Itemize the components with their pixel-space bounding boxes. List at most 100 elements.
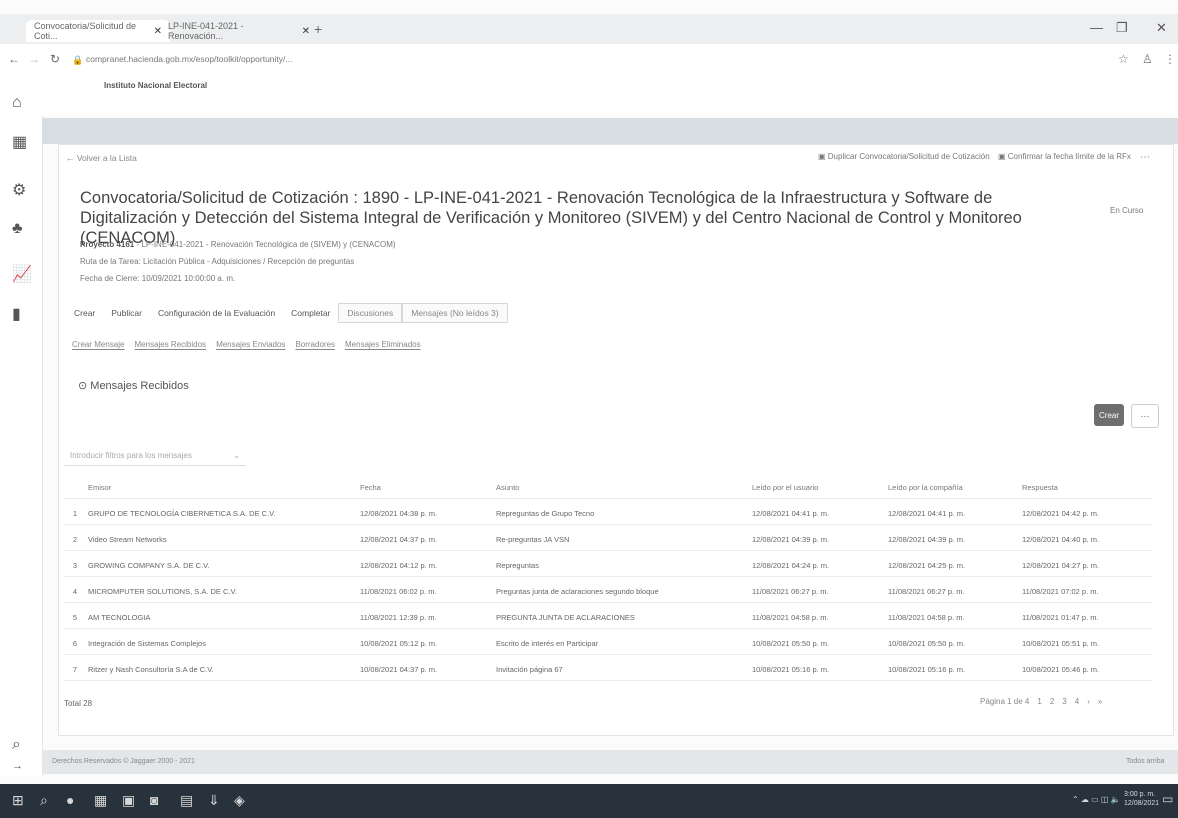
reload-icon[interactable]: ↻ <box>50 52 60 66</box>
close-icon[interactable]: ✕ <box>302 26 310 37</box>
cell-asunto[interactable]: Invitación página 67 <box>496 665 563 674</box>
windows-start-icon[interactable]: ⊞ <box>12 792 24 809</box>
last-page-icon[interactable]: » <box>1098 697 1102 706</box>
table-row[interactable]: 3 GROWING COMPANY S.A. DE C.V. 12/08/2021 … <box>64 554 1152 577</box>
more-actions-button[interactable]: ⋯ <box>1140 152 1150 163</box>
cell-asunto[interactable]: Escrito de interés en Participar <box>496 639 598 648</box>
next-page-icon[interactable]: › <box>1087 697 1090 706</box>
tab-publicar[interactable]: Publicar <box>103 308 150 318</box>
page-3[interactable]: 3 <box>1062 697 1066 706</box>
restore-button[interactable]: ❐ <box>1116 20 1128 36</box>
project-meta: Proyecto 4161 - LP-INE-041-2021 - Renova… <box>80 240 396 249</box>
back-arrow-icon[interactable]: ← <box>8 52 20 66</box>
browser-taskbar-icon[interactable]: ● <box>66 792 74 808</box>
cell-fecha: 10/08/2021 04:37 p. m. <box>360 664 438 674</box>
analytics-icon[interactable]: 📈 <box>12 264 32 284</box>
search-icon[interactable]: ⌕ <box>12 736 21 754</box>
table-row[interactable]: 2 Video Stream Networks 12/08/2021 04:37 p… <box>64 528 1152 551</box>
cell-emisor: AM TECNOLOGIA <box>88 612 151 622</box>
app-taskbar-icon[interactable]: ▦ <box>94 792 107 809</box>
header-fecha[interactable]: Fecha <box>360 483 381 492</box>
word-taskbar-icon[interactable]: ▤ <box>180 792 193 809</box>
browser-tab-2[interactable]: LP-INE-041-2021 - Renovación... ✕ <box>160 20 318 42</box>
menu-icon[interactable]: ⋮ <box>1164 52 1176 66</box>
taskbar-search-icon[interactable]: ⌕ <box>40 792 48 809</box>
table-row[interactable]: 4 MICROMPUTER SOLUTIONS, S.A. DE C.V. 11/0… <box>64 580 1152 603</box>
minimize-button[interactable]: — <box>1090 20 1103 35</box>
close-date: Fecha de Cierre: 10/09/2021 10:00:00 a. … <box>80 274 236 283</box>
profile-icon[interactable]: ♙ <box>1142 52 1153 66</box>
cell-leido-usuario: 12/08/2021 04:24 p. m. <box>752 560 830 570</box>
download-taskbar-icon[interactable]: ⇓ <box>208 792 220 809</box>
page-1[interactable]: 1 <box>1037 697 1041 706</box>
tab-mensajes[interactable]: Mensajes (No leídos 3) <box>402 303 508 323</box>
page-2[interactable]: 2 <box>1050 697 1054 706</box>
suppliers-icon[interactable]: ♣ <box>12 220 23 238</box>
notifications-icon[interactable]: ▭ <box>1162 792 1173 806</box>
home-icon[interactable]: ⌂ <box>12 94 22 112</box>
row-number: 6 <box>72 638 78 648</box>
header-leido-compania[interactable]: Leído por la compañía <box>888 483 963 492</box>
window-close-button[interactable]: ✕ <box>1156 20 1167 36</box>
folder-taskbar-icon[interactable]: ▣ <box>122 792 135 809</box>
lock-icon: 🔒 <box>72 55 84 65</box>
cell-fecha: 12/08/2021 04:12 p. m. <box>360 560 438 570</box>
cell-asunto[interactable]: Repreguntas <box>496 561 539 570</box>
footer-top-link[interactable]: Todos arriba <box>1126 758 1165 765</box>
cell-respuesta: 12/08/2021 04:40 p. m. <box>1022 534 1100 544</box>
table-row[interactable]: 6 Integración de Sistemas Complejos 10/08/… <box>64 632 1152 655</box>
subtab-mensajes-eliminados[interactable]: Mensajes Eliminados <box>345 340 421 349</box>
subtab-mensajes-recibidos[interactable]: Mensajes Recibidos <box>134 340 206 349</box>
tab-configuracion-evaluacion[interactable]: Configuración de la Evaluación <box>150 308 283 318</box>
documents-icon[interactable]: ▮ <box>12 304 21 324</box>
cell-asunto[interactable]: Re-preguntas JA VSN <box>496 535 569 544</box>
table-row[interactable]: 7 Ritzer y Nash Consultoría S.A de C.V. 10… <box>64 658 1152 681</box>
star-icon[interactable]: ☆ <box>1118 52 1129 66</box>
duplicate-button[interactable]: ▣ Duplicar Convocatoria/Solicitud de Cot… <box>818 152 990 161</box>
institution-name: Instituto Nacional Electoral <box>104 81 208 90</box>
message-filter-select[interactable]: Introducir filtros para los mensajes ⌄ <box>64 446 246 466</box>
pdf-taskbar-icon[interactable]: ◙ <box>150 792 158 808</box>
subtab-crear-mensaje[interactable]: Crear Mensaje <box>72 340 124 349</box>
url-field[interactable]: compranet.hacienda.gob.mx/esop/toolkit/o… <box>86 54 292 64</box>
header-leido-usuario[interactable]: Leído por el usuario <box>752 483 818 492</box>
table-row[interactable]: 5 AM TECNOLOGIA 11/08/2021 12:39 p. m. PREG… <box>64 606 1152 629</box>
cell-fecha: 10/08/2021 05:12 p. m. <box>360 638 438 648</box>
footer-bar <box>42 750 1178 774</box>
tab-completar[interactable]: Completar <box>283 308 338 318</box>
cell-emisor: Ritzer y Nash Consultoría S.A de C.V. <box>88 664 214 674</box>
dashboard-icon[interactable]: ▦ <box>12 132 27 152</box>
sourcing-icon[interactable]: ⚙ <box>12 180 26 200</box>
cell-asunto[interactable]: Preguntas junta de aclaraciones segundo … <box>496 587 659 596</box>
more-options-button[interactable]: ⋯ <box>1131 404 1159 428</box>
new-tab-button[interactable]: + <box>314 21 322 37</box>
create-message-button[interactable]: Crear <box>1094 404 1124 426</box>
pager-text: Página 1 de 4 <box>980 697 1030 706</box>
tab-discusiones[interactable]: Discusiones <box>338 303 403 323</box>
cell-respuesta: 12/08/2021 04:42 p. m. <box>1022 508 1100 518</box>
forward-arrow-icon[interactable]: → <box>28 52 40 66</box>
cell-emisor: Integración de Sistemas Complejos <box>88 638 206 648</box>
cell-asunto[interactable]: Repreguntas de Grupo Tecno <box>496 509 594 518</box>
tab-crear[interactable]: Crear <box>66 308 103 318</box>
cell-leido-usuario: 12/08/2021 04:39 p. m. <box>752 534 830 544</box>
cell-respuesta: 10/08/2021 05:46 p. m. <box>1022 664 1100 674</box>
taskbar <box>0 784 1178 818</box>
browser-tab-1[interactable]: Convocatoria/Solicitud de Coti... ✕ <box>26 20 170 42</box>
table-row[interactable]: 1 GRUPO DE TECNOLOGÍA CIBERNETICA S.A. DE… <box>64 502 1152 525</box>
table-header: Emisor Fecha Asunto Leído por el usuario… <box>64 476 1152 499</box>
network-taskbar-icon[interactable]: ◈ <box>234 792 245 809</box>
cell-emisor: MICROMPUTER SOLUTIONS, S.A. DE C.V. <box>88 586 237 596</box>
header-emisor[interactable]: Emisor <box>88 483 111 492</box>
cell-asunto[interactable]: PREGUNTA JUNTA DE ACLARACIONES <box>496 613 635 622</box>
header-respuesta[interactable]: Respuesta <box>1022 483 1058 492</box>
expand-icon[interactable]: → <box>12 760 23 772</box>
page-4[interactable]: 4 <box>1075 697 1079 706</box>
clock[interactable]: 3:00 p. m. 12/08/2021 <box>1124 790 1159 808</box>
header-asunto[interactable]: Asunto <box>496 483 519 492</box>
system-tray-icons[interactable]: ⌃ ☁ ▭ ◫ 🔈 <box>1072 795 1121 804</box>
back-to-list-link[interactable]: ← Volver a la Lista <box>66 153 137 163</box>
subtab-mensajes-enviados[interactable]: Mensajes Enviados <box>216 340 285 349</box>
subtab-borradores[interactable]: Borradores <box>295 340 335 349</box>
confirm-deadline-button[interactable]: ▣ Confirmar la fecha límite de la RFx <box>998 152 1131 161</box>
